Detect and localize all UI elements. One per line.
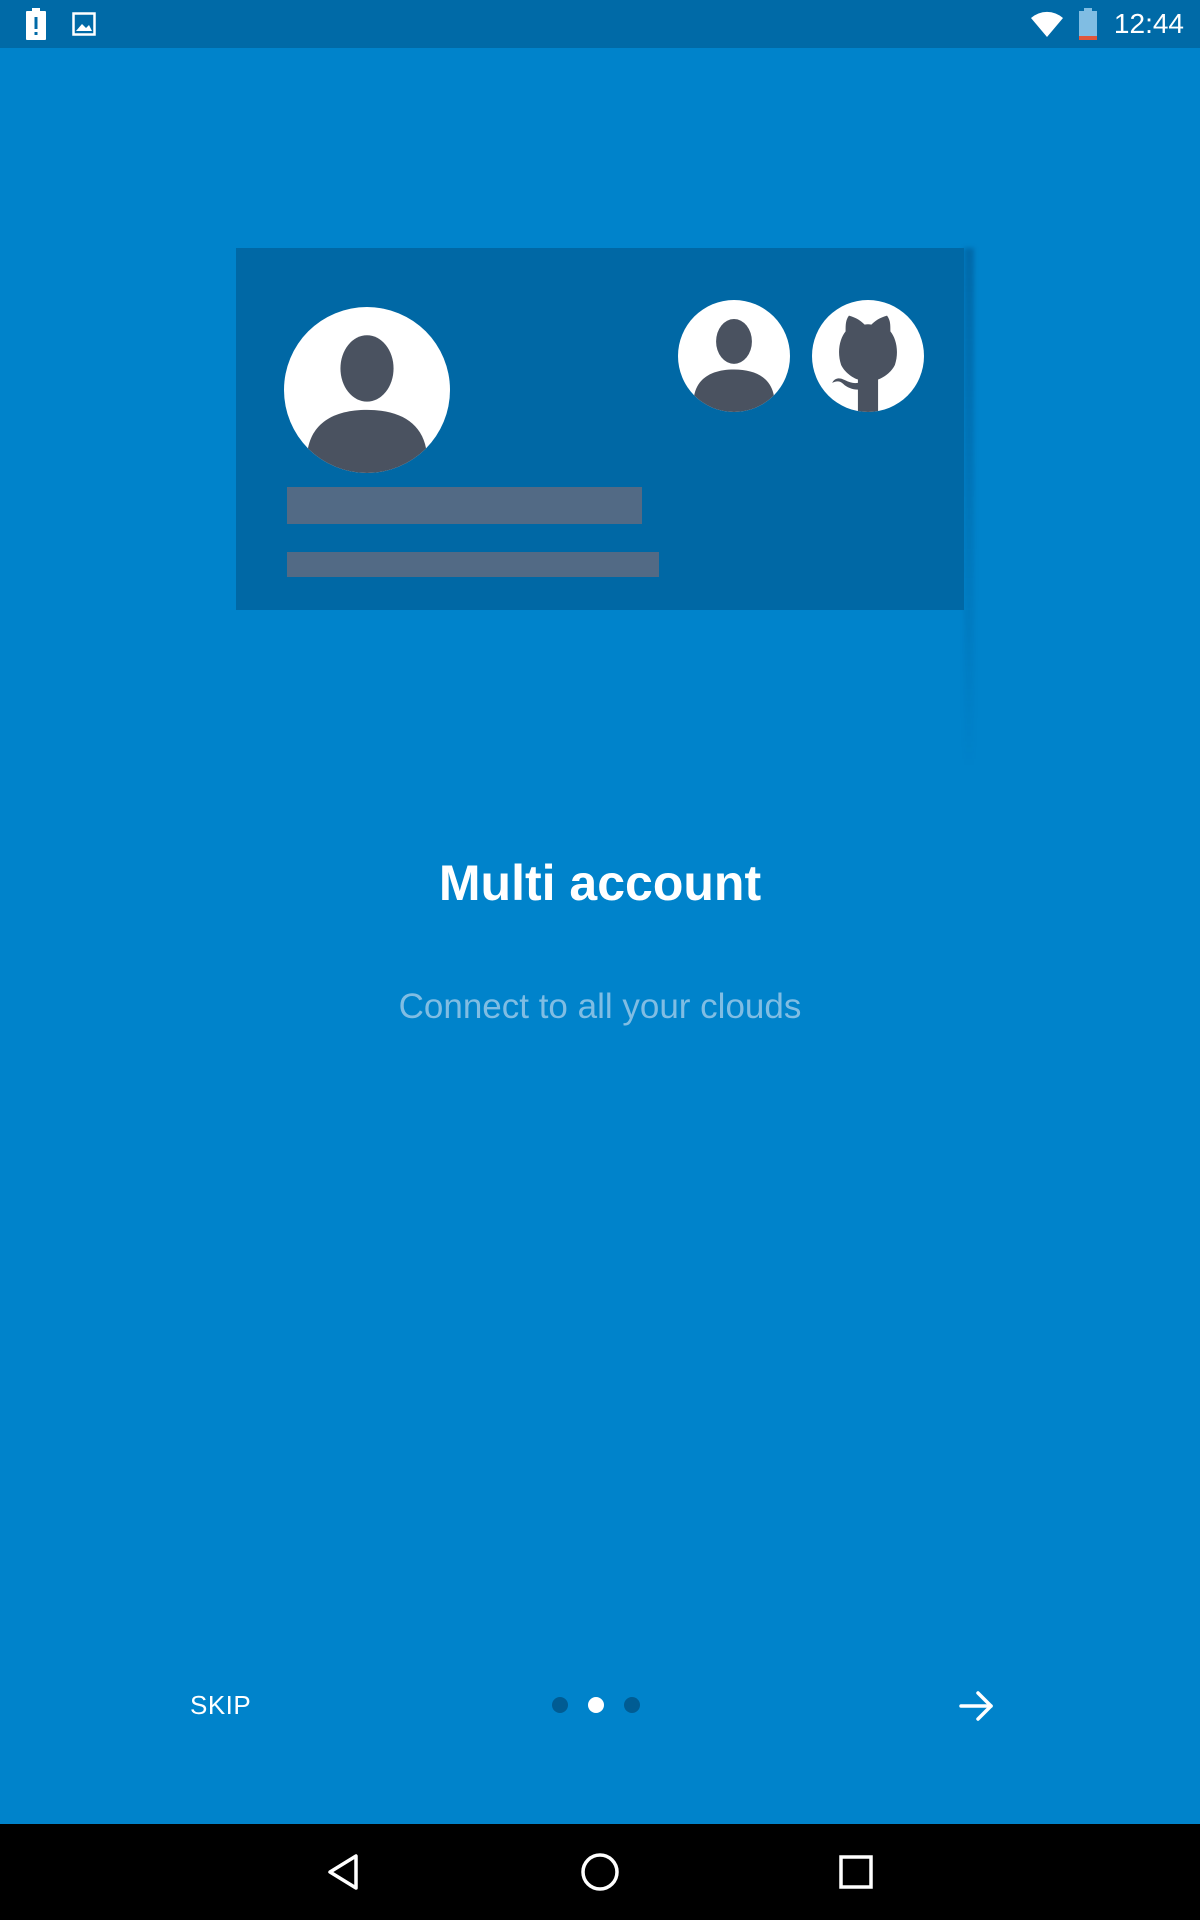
- account-card: [236, 248, 964, 610]
- battery-alert-icon: [24, 8, 48, 45]
- next-button[interactable]: [955, 1684, 999, 1728]
- user-avatar-icon: [284, 307, 450, 473]
- back-icon: [328, 1854, 358, 1890]
- multi-account-illustration: [236, 248, 974, 768]
- home-icon: [581, 1853, 619, 1891]
- card-shadow: [964, 248, 974, 768]
- name-placeholder-bar: [287, 487, 642, 524]
- recents-button[interactable]: [832, 1848, 880, 1896]
- page-dot-3[interactable]: [624, 1697, 640, 1713]
- status-time: 12:44: [1113, 8, 1184, 39]
- user-avatar-small-icon: [678, 300, 790, 412]
- page-indicator: [552, 1697, 652, 1713]
- email-placeholder-bar: [287, 552, 659, 577]
- image-icon: [72, 12, 96, 41]
- skip-button[interactable]: SKIP: [190, 1688, 251, 1722]
- system-nav-bar: [0, 1824, 1200, 1920]
- page-title: Multi account: [438, 855, 762, 911]
- recents-icon: [839, 1855, 873, 1889]
- home-button[interactable]: [576, 1848, 624, 1896]
- battery-icon: [1078, 8, 1098, 45]
- github-octocat-icon: [812, 300, 924, 412]
- wifi-icon: [1030, 10, 1064, 43]
- status-bar: 12:44: [0, 0, 1200, 48]
- arrow-right-icon: [959, 1691, 993, 1721]
- back-button[interactable]: [320, 1848, 368, 1896]
- page-dot-1[interactable]: [552, 1697, 568, 1713]
- page-dot-2-active[interactable]: [588, 1697, 604, 1713]
- page-subtitle: Connect to all your clouds: [398, 987, 802, 1026]
